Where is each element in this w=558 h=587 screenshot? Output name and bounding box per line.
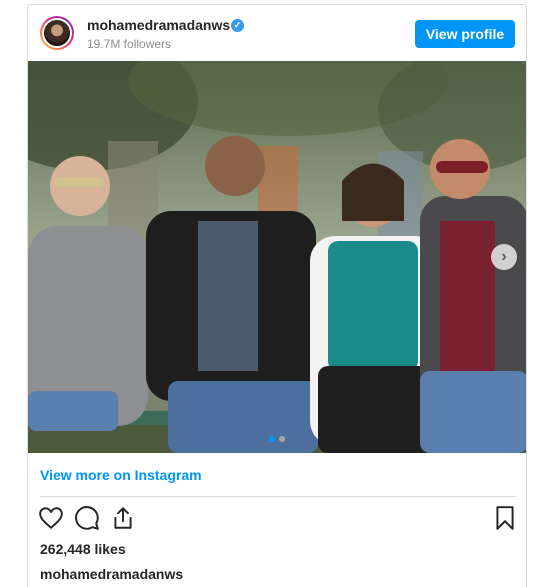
carousel-dot-active <box>269 436 275 442</box>
carousel-indicator <box>264 436 294 444</box>
avatar-image <box>42 18 72 48</box>
avatar[interactable] <box>40 16 74 50</box>
carousel-dot <box>279 436 285 442</box>
comment-icon[interactable] <box>74 505 100 531</box>
verified-badge-icon: ✓ <box>231 19 244 32</box>
post-photo[interactable]: › <box>28 61 526 453</box>
photo-illustration <box>28 61 526 453</box>
divider <box>40 496 516 497</box>
view-more-link[interactable]: View more on Instagram <box>40 467 202 483</box>
share-icon[interactable] <box>110 505 136 531</box>
heart-icon[interactable] <box>38 505 64 531</box>
caption-username-link[interactable]: mohamedramadanws <box>40 566 183 582</box>
action-bar <box>28 501 526 535</box>
username-link[interactable]: mohamedramadanws <box>87 17 230 33</box>
follower-count: 19.7M followers <box>87 37 172 51</box>
instagram-embed-card: mohamedramadanws ✓ 19.7M followers View … <box>27 4 527 587</box>
bookmark-icon[interactable] <box>492 505 518 531</box>
carousel-next-button[interactable]: › <box>491 244 517 270</box>
likes-count: 262,448 likes <box>40 541 126 557</box>
view-profile-button[interactable]: View profile <box>415 20 515 48</box>
post-header: mohamedramadanws ✓ 19.7M followers View … <box>28 5 526 61</box>
